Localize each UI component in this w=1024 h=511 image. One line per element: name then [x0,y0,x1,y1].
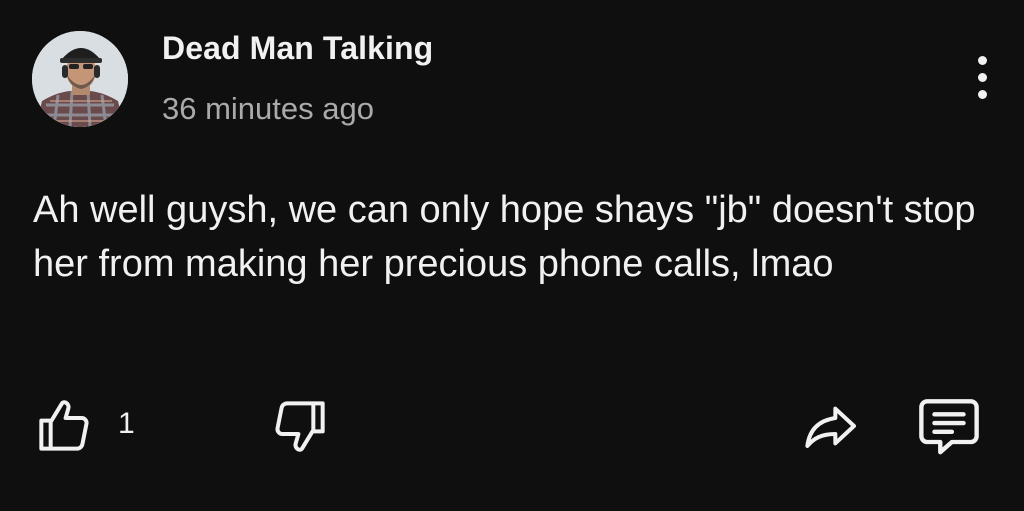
reply-button[interactable] [914,394,984,458]
comment-icon [919,399,979,455]
comment-timestamp: 36 minutes ago [162,91,374,126]
like-count: 1 [118,407,135,440]
more-options-button[interactable] [962,52,1002,102]
comment-card: Dead Man Talking 36 minutes ago Ah well … [0,0,1024,511]
comment-text: Ah well guysh, we can only hope shays "j… [33,189,976,285]
thumb-down-icon [275,401,325,452]
more-vertical-icon-dot [977,89,987,99]
more-vertical-icon [977,55,987,65]
more-vertical-icon-dot [977,72,987,82]
avatar[interactable] [32,31,128,127]
dislike-button[interactable] [268,394,332,458]
share-icon [805,406,856,448]
thumb-up-icon [39,400,89,451]
avatar-image [32,31,128,127]
like-button[interactable] [32,394,96,458]
author-name[interactable]: Dead Man Talking [162,30,433,67]
share-button[interactable] [798,394,862,458]
